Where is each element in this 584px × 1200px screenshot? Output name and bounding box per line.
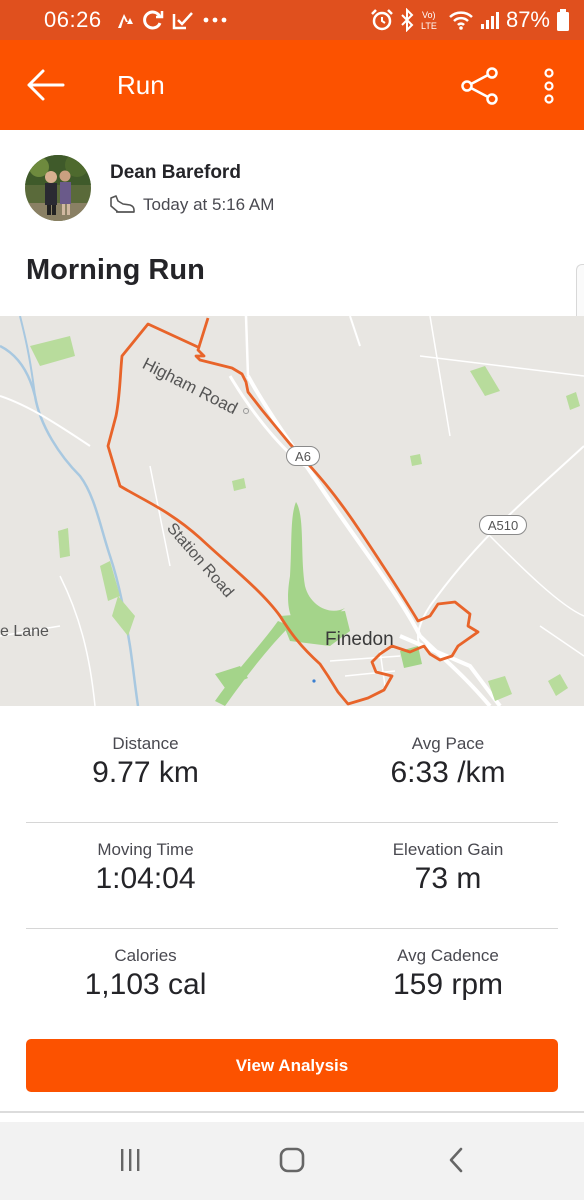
strava-notification-icon [116,10,134,30]
system-nav-bar [0,1122,584,1200]
more-notifications-icon [202,16,228,24]
alarm-icon [370,8,394,32]
svg-text:Vo): Vo) [422,10,436,20]
stat-value: 6:33 /km [390,756,506,789]
stat-value: 73 m [414,862,482,895]
view-analysis-button[interactable]: View Analysis [26,1039,558,1092]
divider [0,1111,584,1113]
status-bar: 06:26 Vo) LTE 87% [0,0,584,40]
activity-timestamp: Today at 5:16 AM [143,195,275,214]
stat-calories: Calories 1,103 cal [0,946,291,1002]
stat-label: Elevation Gain [392,840,504,859]
sync-icon [142,9,164,31]
map-label-lane: e Lane [0,623,49,640]
recent-apps-icon[interactable] [108,1140,152,1180]
stat-label: Avg Cadence [397,946,499,965]
stats-row: Distance 9.77 km Avg Pace 6:33 /km [0,706,584,812]
map-label-finedon: Finedon [325,629,394,650]
arrow-left-icon[interactable] [22,62,68,108]
tasks-icon [172,10,194,30]
activity-title: Morning Run [26,254,205,286]
stat-value: 1,103 cal [84,968,207,1001]
stat-label: Distance [112,734,179,753]
wifi-icon [448,9,474,31]
bluetooth-icon [400,8,414,32]
signal-icon [480,10,500,30]
route-map[interactable] [0,316,584,706]
stat-elevation-gain: Elevation Gain 73 m [302,840,584,896]
athlete-name[interactable]: Dean Bareford [110,162,241,184]
stat-value: 159 rpm [392,968,504,1001]
avatar[interactable] [25,155,91,221]
stat-distance: Distance 9.77 km [0,734,291,790]
share-icon[interactable] [458,64,502,108]
activity-header: Dean Bareford Today at 5:16 AM Morning R… [0,130,584,316]
more-vertical-icon[interactable] [532,64,566,108]
run-shoe-icon [108,192,136,216]
status-time: 06:26 [44,7,102,32]
stats-row: Calories 1,103 cal Avg Cadence 159 rpm [0,918,584,1024]
stat-avg-pace: Avg Pace 6:33 /km [302,734,584,790]
page-title: Run [117,70,165,100]
road-badge-a510: A510 [479,515,527,535]
battery-icon [556,8,570,32]
stat-value: 9.77 km [92,756,199,789]
stat-label: Avg Pace [411,734,485,753]
volte-icon: Vo) LTE [420,8,442,32]
svg-text:LTE: LTE [421,21,437,31]
stat-label: Moving Time [97,840,194,859]
stat-moving-time: Moving Time 1:04:04 [0,840,291,896]
app-bar: Run [0,40,584,130]
back-icon[interactable] [434,1140,478,1180]
home-icon[interactable] [270,1140,314,1180]
stat-label: Calories [114,946,177,965]
battery-percent: 87% [505,7,550,32]
stats-row: Moving Time 1:04:04 Elevation Gain 73 m [0,812,584,918]
road-badge-a6: A6 [286,446,320,466]
stat-avg-cadence: Avg Cadence 159 rpm [302,946,584,1002]
stat-value: 1:04:04 [95,862,196,895]
